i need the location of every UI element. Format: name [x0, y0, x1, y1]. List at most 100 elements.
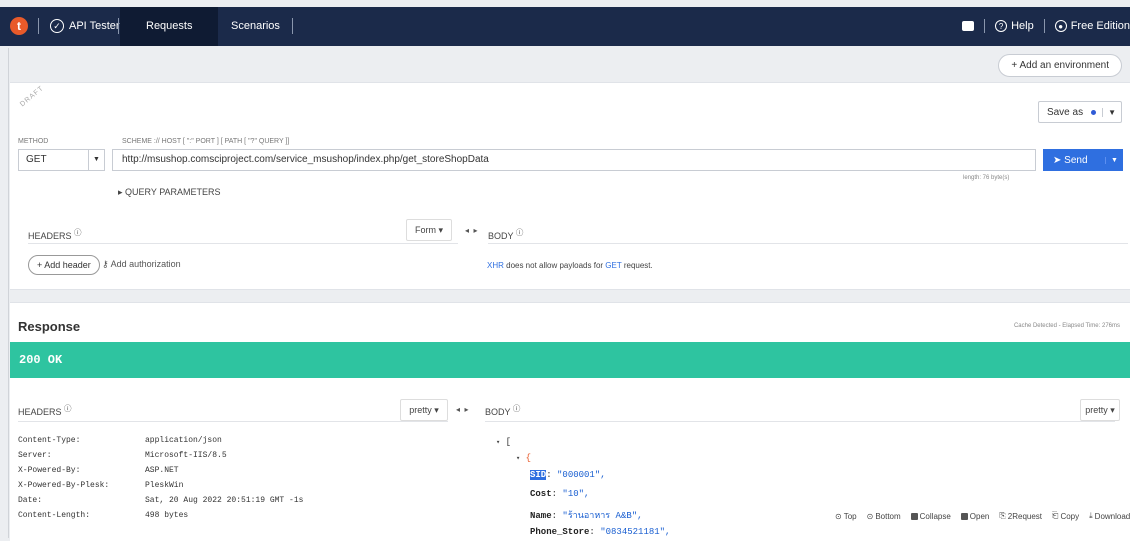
- xhr-link[interactable]: XHR: [487, 261, 504, 270]
- pretty-label: pretty: [1085, 405, 1108, 415]
- collapse-label: Collapse: [919, 511, 951, 521]
- draft-label: DRAFT: [19, 84, 46, 109]
- pretty-dropdown[interactable]: pretty ▾: [400, 399, 448, 421]
- add-auth-label: Add authorization: [110, 259, 181, 269]
- edition-link[interactable]: ● Free Edition: [1054, 20, 1130, 33]
- header-value: ASP.NET: [145, 466, 179, 475]
- bottom-label: Bottom: [875, 511, 901, 521]
- send-button[interactable]: ➤ Send ▼: [1043, 149, 1123, 171]
- info-icon: ⓘ: [515, 228, 524, 237]
- body-section-title: BODY ⓘ: [488, 227, 523, 241]
- help-link[interactable]: ? Help: [995, 20, 1034, 33]
- check-circle-icon: ✓: [50, 19, 64, 33]
- json-value: "000001",: [557, 470, 606, 480]
- circle-down-icon: ⊙: [866, 511, 874, 521]
- form-label: Form: [414, 225, 436, 235]
- json-array-open[interactable]: ▾ [: [496, 437, 511, 447]
- add-header-button[interactable]: + Add header: [28, 255, 100, 275]
- collapse-triangle-icon: ▾: [496, 439, 501, 447]
- pretty-label: pretty: [409, 405, 432, 415]
- copy-button[interactable]: ⎗ Copy: [1052, 511, 1079, 521]
- response-body-title: BODY ⓘ: [485, 403, 520, 417]
- collapse-icon: [910, 512, 918, 520]
- form-dropdown[interactable]: Form ▾: [406, 219, 452, 241]
- divider: [292, 18, 293, 34]
- download-label: Download: [1094, 511, 1130, 521]
- collapse-arrows-icon[interactable]: ◂ ▸: [465, 226, 477, 235]
- save-as-label: Save as: [1046, 106, 1084, 118]
- collapse-arrows-icon[interactable]: ◂ ▸: [456, 405, 468, 414]
- xhr-text-end: request.: [621, 261, 653, 270]
- header-value: PleskWin: [145, 481, 184, 490]
- divider: [118, 18, 119, 34]
- json-value: "10",: [562, 489, 590, 499]
- bottom-button[interactable]: ⊙ Bottom: [867, 511, 901, 521]
- top-bar: t ✓ API Tester Requests Scenarios ? Help …: [0, 7, 1130, 46]
- save-as-button[interactable]: Save as ▼: [1037, 101, 1122, 123]
- header-key: Date:: [18, 496, 43, 505]
- header-value: application/json: [145, 436, 222, 445]
- json-value: "ร้านอาหาร A&B",: [562, 511, 643, 521]
- chevron-down-icon: ▼: [88, 150, 104, 170]
- info-icon: ⓘ: [74, 228, 82, 237]
- headers-label: HEADERS: [18, 407, 62, 417]
- body-toolbar: ⊙ Top ⊙ Bottom Collapse Open ⎘ 2Request ⎗ Co…: [835, 511, 1130, 521]
- clipboard-icon: ⎗: [1052, 511, 1059, 520]
- top-button[interactable]: ⊙ Top: [835, 511, 857, 521]
- header-key: X-Powered-By:: [18, 466, 81, 475]
- tab-requests[interactable]: Requests: [120, 7, 219, 46]
- divider: [1043, 19, 1045, 33]
- json-key: Cost: [530, 489, 552, 499]
- json-object-open[interactable]: ▾ {: [516, 453, 531, 463]
- to-request-button[interactable]: ⎘ 2Request: [999, 511, 1042, 521]
- pretty-dropdown-body[interactable]: pretty ▾: [1080, 399, 1120, 421]
- json-key: Phone_Store: [530, 527, 590, 537]
- headers-label: HEADERS: [28, 231, 72, 241]
- left-border: [8, 48, 9, 538]
- download-button[interactable]: ⤓ Download: [1089, 511, 1130, 521]
- status-bar: 200 OK: [10, 342, 1130, 378]
- json-value: "0834521181",: [600, 527, 671, 537]
- method-select[interactable]: GET ▼: [18, 149, 105, 171]
- method-label: METHOD: [18, 138, 49, 145]
- divider: [18, 421, 448, 422]
- circle-up-icon: ⊙: [835, 511, 842, 521]
- divider: [38, 18, 39, 34]
- copy-request-icon: ⎘: [999, 511, 1006, 520]
- copy-label: Copy: [1060, 511, 1080, 521]
- topbar-right: ? Help ● Free Edition: [962, 19, 1130, 33]
- info-icon: ⓘ: [512, 404, 521, 413]
- status-dot-icon: [1091, 109, 1097, 115]
- length-info: length: 76 byte(s): [963, 175, 1010, 181]
- tab-scenarios[interactable]: Scenarios: [205, 7, 306, 46]
- header-value: 498 bytes: [145, 511, 189, 520]
- collapse-button[interactable]: Collapse: [910, 511, 951, 521]
- chat-icon[interactable]: [962, 21, 975, 31]
- json-key: SID: [530, 470, 547, 480]
- json-line-name: Name: "ร้านอาหาร A&B",: [530, 511, 643, 521]
- open-button[interactable]: Open: [960, 511, 989, 521]
- top-label: Top: [843, 511, 857, 521]
- divider: [984, 19, 986, 33]
- header-key: X-Powered-By-Plesk:: [18, 481, 110, 490]
- app-logo[interactable]: t: [10, 17, 28, 35]
- add-environment-button[interactable]: + Add an environment: [998, 54, 1122, 77]
- api-tester-link[interactable]: ✓ API Tester: [50, 19, 120, 33]
- json-line-cost: Cost: "10",: [530, 489, 590, 499]
- chevron-down-icon[interactable]: ▼: [1102, 107, 1121, 117]
- header-key: Server:: [18, 451, 52, 460]
- download-icon: ⤓: [1089, 511, 1093, 520]
- add-authorization-link[interactable]: ⚷ Add authorization: [102, 259, 181, 270]
- query-parameters-toggle[interactable]: ▸ QUERY PARAMETERS: [118, 187, 221, 198]
- chevron-down-icon[interactable]: ▼: [1105, 156, 1123, 164]
- user-icon: ●: [1054, 20, 1067, 33]
- query-parameters-label: QUERY PARAMETERS: [125, 187, 221, 197]
- get-link[interactable]: GET: [605, 261, 621, 270]
- json-line-sid: SID: "000001",: [530, 470, 606, 480]
- xhr-text: does not allow payloads for: [503, 261, 606, 270]
- elapsed-time: Cache Detected - Elapsed Time: 276ms: [1013, 323, 1120, 329]
- send-text: Send: [1064, 154, 1088, 166]
- url-input[interactable]: http://msushop.comsciproject.com/service…: [112, 149, 1036, 171]
- request-panel: DRAFT Save as ▼ METHOD SCHEME :// HOST […: [10, 82, 1130, 290]
- info-icon: ⓘ: [64, 404, 72, 413]
